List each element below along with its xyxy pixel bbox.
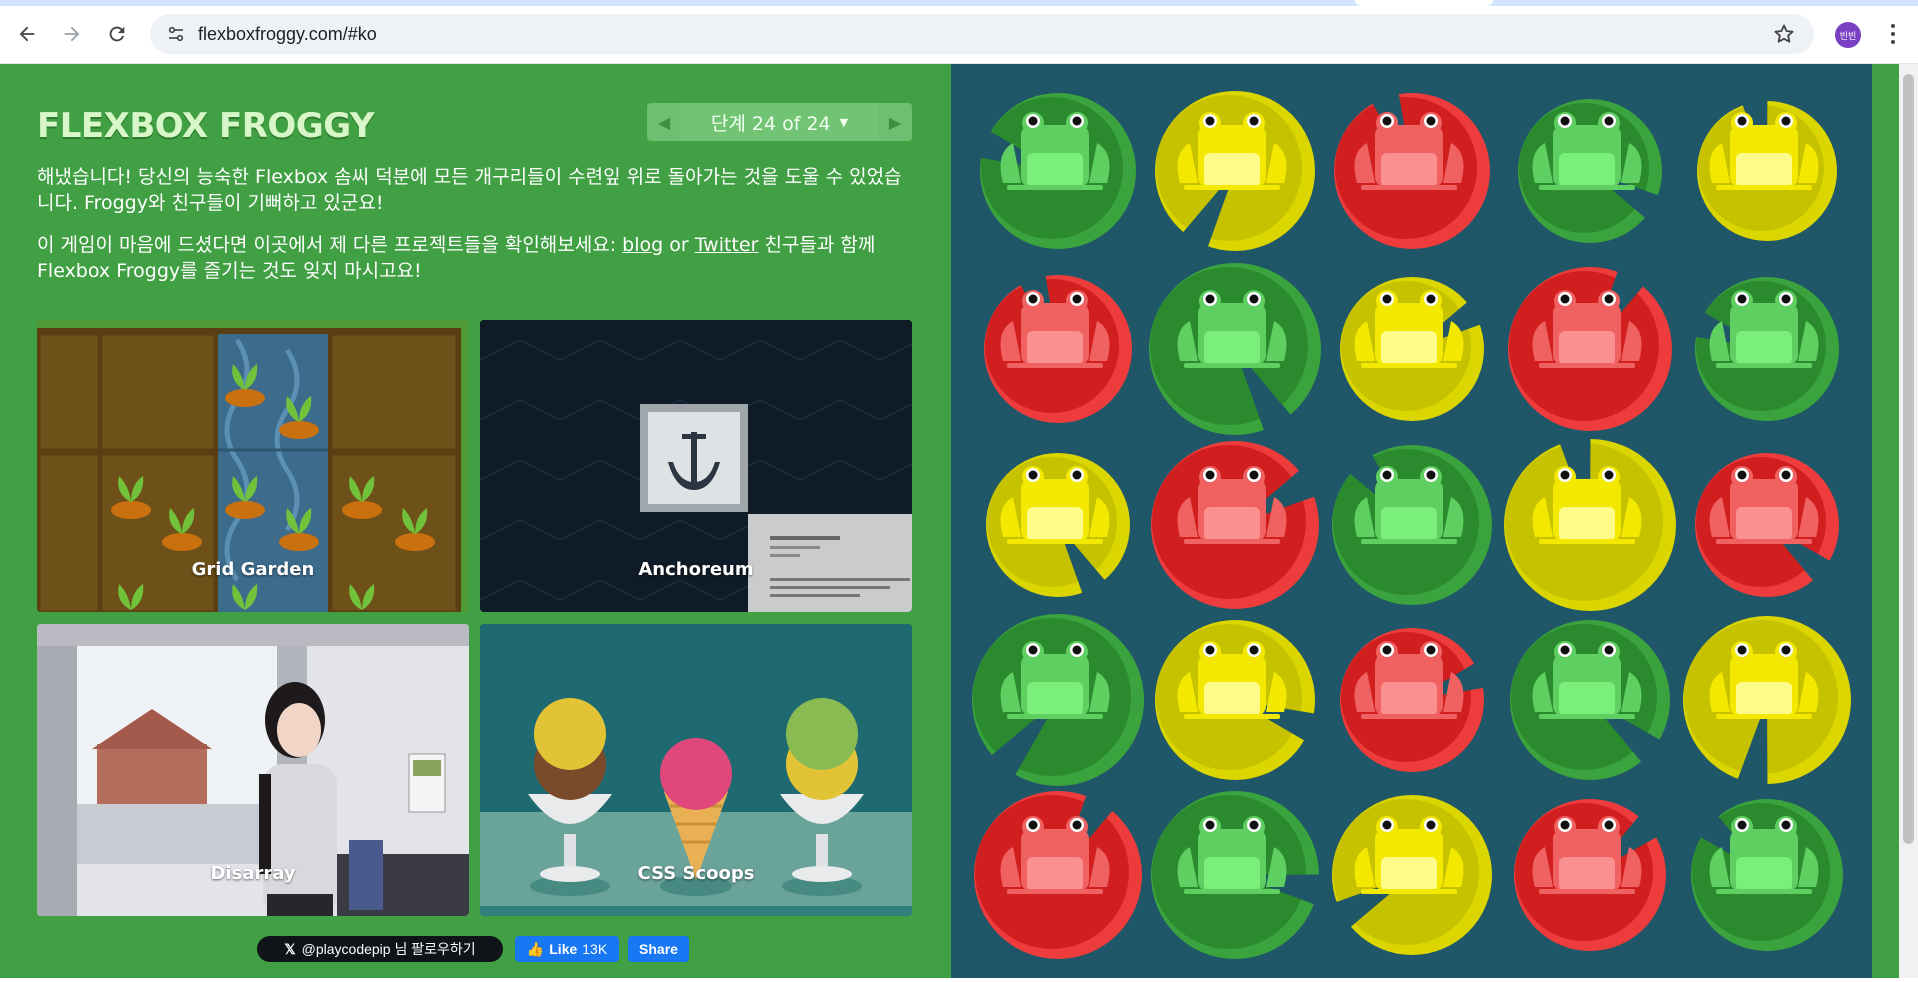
project-title: CSS Scoops	[637, 863, 755, 884]
browser-toolbar: flexboxfroggy.com/#ko 빈빈	[0, 0, 1918, 64]
facebook-like-button[interactable]: 👍 Like 13K	[515, 936, 619, 962]
share-label: Share	[639, 941, 678, 957]
lily-pad-red	[974, 791, 1142, 959]
scrollbar-thumb[interactable]	[1903, 74, 1914, 844]
page-scrollbar[interactable]	[1899, 64, 1918, 978]
instructions-panel: FLEXBOX FROGGY ◀ 단계 24 of 24 ▼ ▶ 해냈습니다! 당…	[0, 64, 951, 978]
like-count: 13K	[582, 941, 608, 957]
lily-pad-red	[1514, 799, 1666, 951]
lily-pad-green	[1149, 263, 1321, 435]
lily-pad-red	[1151, 441, 1319, 609]
like-label: Like	[549, 941, 578, 957]
x-follow-button[interactable]: 𝕏 @playcodepip 님 팔로우하기	[257, 936, 503, 962]
lily-pad-yellow	[1683, 616, 1851, 788]
lily-pad-yellow	[1340, 277, 1484, 421]
thumbs-up-icon: 👍	[526, 940, 545, 957]
lily-pad-red	[984, 272, 1132, 423]
pond-grid	[972, 90, 1851, 959]
active-tab[interactable]	[1355, 0, 1493, 6]
lily-pad-yellow	[1504, 435, 1676, 611]
lily-pad-red	[1695, 453, 1839, 597]
address-bar[interactable]: flexboxfroggy.com/#ko	[150, 14, 1814, 54]
bookmark-star-icon[interactable]	[1772, 22, 1796, 46]
x-follow-label: @playcodepip 님 팔로우하기	[301, 941, 476, 957]
tab-strip	[0, 0, 1918, 6]
dropdown-caret-icon: ▼	[839, 115, 849, 129]
url-text[interactable]: flexboxfroggy.com/#ko	[198, 24, 377, 45]
win-message: 해냈습니다! 당신의 능숙한 Flexbox 솜씨 덕분에 모든 개구리들이 수…	[37, 166, 902, 214]
lily-pad-yellow	[1697, 97, 1837, 241]
lily-pad-green	[1510, 620, 1670, 780]
lily-pad-green	[1332, 445, 1492, 605]
previous-level-button[interactable]: ◀	[647, 103, 681, 141]
project-title: Anchoreum	[638, 559, 754, 580]
lily-pad-yellow	[1155, 620, 1318, 780]
next-level-button[interactable]: ▶	[878, 103, 912, 141]
promo-text-before: 이 게임이 마음에 드셨다면 이곳에서 제 다른 프로젝트들을 확인해보세요:	[37, 234, 623, 256]
x-logo-icon: 𝕏	[284, 940, 296, 957]
profile-avatar[interactable]: 빈빈	[1835, 22, 1861, 48]
project-title: Disarray	[210, 863, 296, 884]
reload-button[interactable]	[99, 16, 135, 52]
lily-pad-yellow	[1155, 91, 1315, 251]
back-button[interactable]	[9, 16, 45, 52]
lily-pad-green	[1518, 99, 1662, 243]
pond-edge	[1872, 64, 1899, 978]
back-arrow-icon	[19, 26, 35, 42]
browser-menu-icon[interactable]	[1886, 20, 1900, 48]
project-card-disarray[interactable]: Disarray	[37, 624, 469, 916]
lily-pad-green	[1692, 277, 1839, 421]
facebook-share-button[interactable]: Share	[628, 936, 689, 962]
twitter-link[interactable]: Twitter	[695, 234, 759, 256]
level-indicator[interactable]: 단계 24 of 24 ▼	[681, 103, 878, 141]
site-logo[interactable]: FLEXBOX FROGGY	[37, 106, 374, 146]
level-indicator-text: 단계 24 of 24	[710, 112, 831, 135]
lily-pad-green	[1691, 799, 1843, 951]
project-card-anchoreum[interactable]: Anchoreum	[480, 320, 912, 612]
lily-pad-red	[1334, 90, 1490, 249]
promo-message: 이 게임이 마음에 드셨다면 이곳에서 제 다른 프로젝트들을 확인해보세요: …	[37, 232, 917, 284]
forward-button[interactable]	[54, 16, 90, 52]
or-text: or	[663, 234, 695, 256]
lily-pad-red	[1340, 628, 1487, 772]
lily-pad-green	[972, 614, 1144, 786]
pond-board	[951, 64, 1872, 978]
reload-icon	[109, 26, 125, 42]
level-navigation: ◀ 단계 24 of 24 ▼ ▶	[647, 103, 912, 141]
blog-link[interactable]: blog	[622, 234, 663, 256]
lily-pad-red	[1508, 267, 1672, 431]
triangle-right-icon: ▶	[888, 112, 902, 132]
project-title: Grid Garden	[191, 559, 315, 580]
project-card-css-scoops[interactable]: CSS Scoops	[480, 624, 912, 916]
lily-pad-yellow	[986, 453, 1130, 597]
forward-arrow-icon	[64, 26, 80, 42]
site-info-icon[interactable]	[156, 14, 196, 54]
other-projects: Grid Garden Anchoreum Disarray CSS Scoop…	[37, 320, 912, 916]
project-card-grid-garden[interactable]: Grid Garden	[37, 320, 469, 612]
lily-pad-yellow	[1332, 795, 1492, 955]
triangle-left-icon: ◀	[657, 112, 671, 132]
lily-pad-green	[1151, 791, 1323, 959]
lily-pad-green	[977, 93, 1136, 249]
